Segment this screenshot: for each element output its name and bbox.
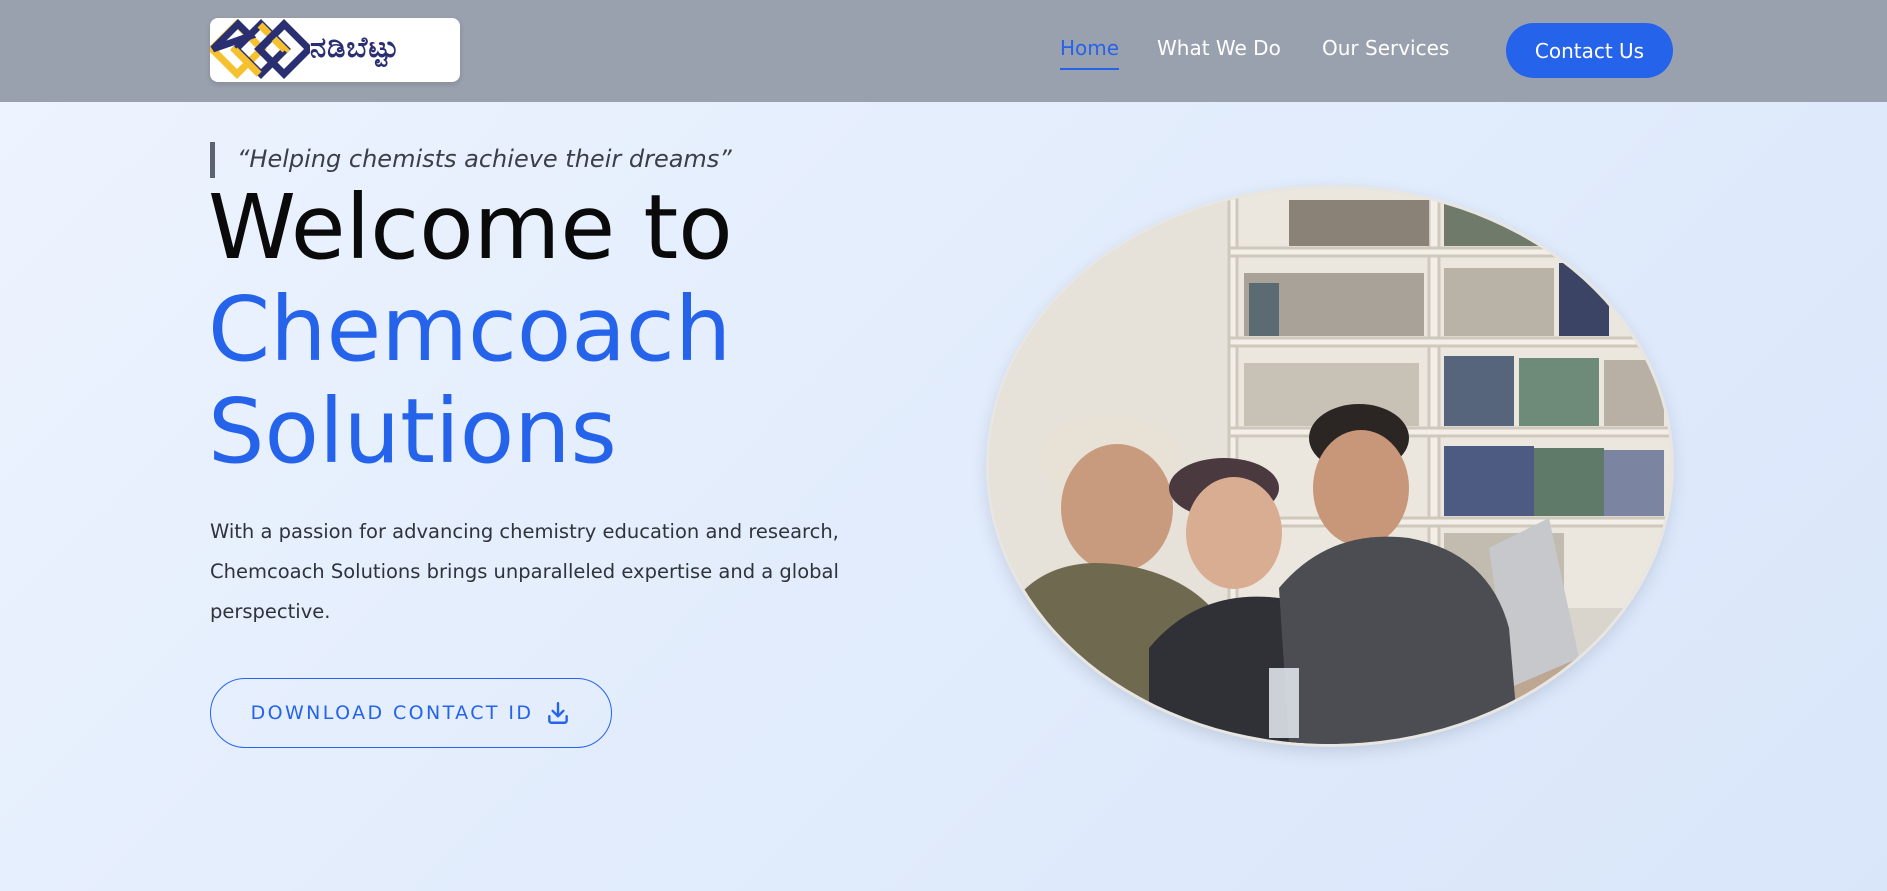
hero-title-line-1: Welcome to [208,175,733,279]
site-header: ನಡಿಬೆಟ್ಟು Home What We Do Our Services C… [0,0,1887,102]
logo[interactable]: ನಡಿಬೆಟ್ಟು [210,18,460,82]
download-icon [548,702,569,724]
nav-what-we-do[interactable]: What We Do [1157,36,1281,70]
contact-us-button[interactable]: Contact Us [1506,23,1673,78]
download-contact-id-button[interactable]: DOWNLOAD CONTACT ID [210,678,612,748]
hero-title-line-3: Solutions [208,379,617,483]
download-button-label: DOWNLOAD CONTACT ID [250,702,534,724]
students-laptop-image [989,188,1671,744]
nav-home[interactable]: Home [1060,36,1120,70]
nav-our-services[interactable]: Our Services [1322,36,1449,70]
diamond-logo-icon [210,19,310,80]
hero-photo [989,188,1671,744]
quote-accent-bar [210,142,215,178]
hero-description: With a passion for advancing chemistry e… [210,520,839,623]
hero-quote: “Helping chemists achieve their dreams” [237,145,732,173]
logo-text: ನಡಿಬೆಟ್ಟು [310,30,400,64]
hero-title-line-2: Chemcoach [208,277,732,381]
